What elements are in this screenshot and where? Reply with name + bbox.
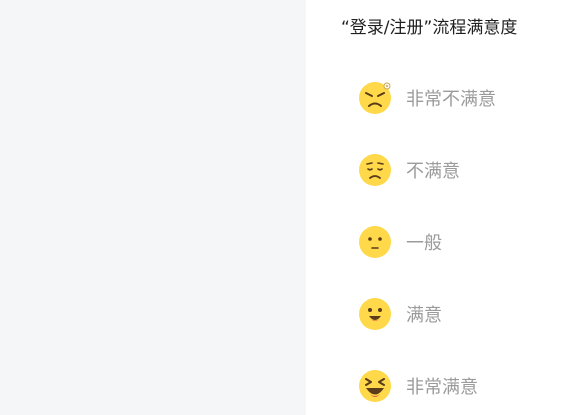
option-very-satisfied[interactable]: 非常满意 [358, 368, 568, 404]
neutral-face-icon [358, 225, 392, 259]
very-dissatisfied-face-icon [358, 81, 392, 115]
option-very-dissatisfied[interactable]: 非常不满意 [358, 80, 568, 116]
left-panel [0, 0, 306, 415]
option-label: 一般 [406, 233, 442, 254]
dissatisfied-face-icon [358, 153, 392, 187]
satisfied-face-icon [358, 297, 392, 331]
option-satisfied[interactable]: 满意 [358, 296, 568, 332]
option-label: 非常满意 [406, 377, 478, 398]
survey-page: “登录/注册”流程满意度 非常不满意 不满意 一般 满意 非常满意 [0, 0, 575, 415]
option-neutral[interactable]: 一般 [358, 224, 568, 260]
option-label: 不满意 [406, 161, 460, 182]
option-label: 满意 [406, 305, 442, 326]
option-label: 非常不满意 [406, 89, 496, 110]
survey-title: “登录/注册”流程满意度 [341, 18, 518, 38]
satisfaction-survey: “登录/注册”流程满意度 非常不满意 不满意 一般 满意 非常满意 [306, 0, 575, 415]
very-satisfied-face-icon [358, 369, 392, 403]
option-dissatisfied[interactable]: 不满意 [358, 152, 568, 188]
